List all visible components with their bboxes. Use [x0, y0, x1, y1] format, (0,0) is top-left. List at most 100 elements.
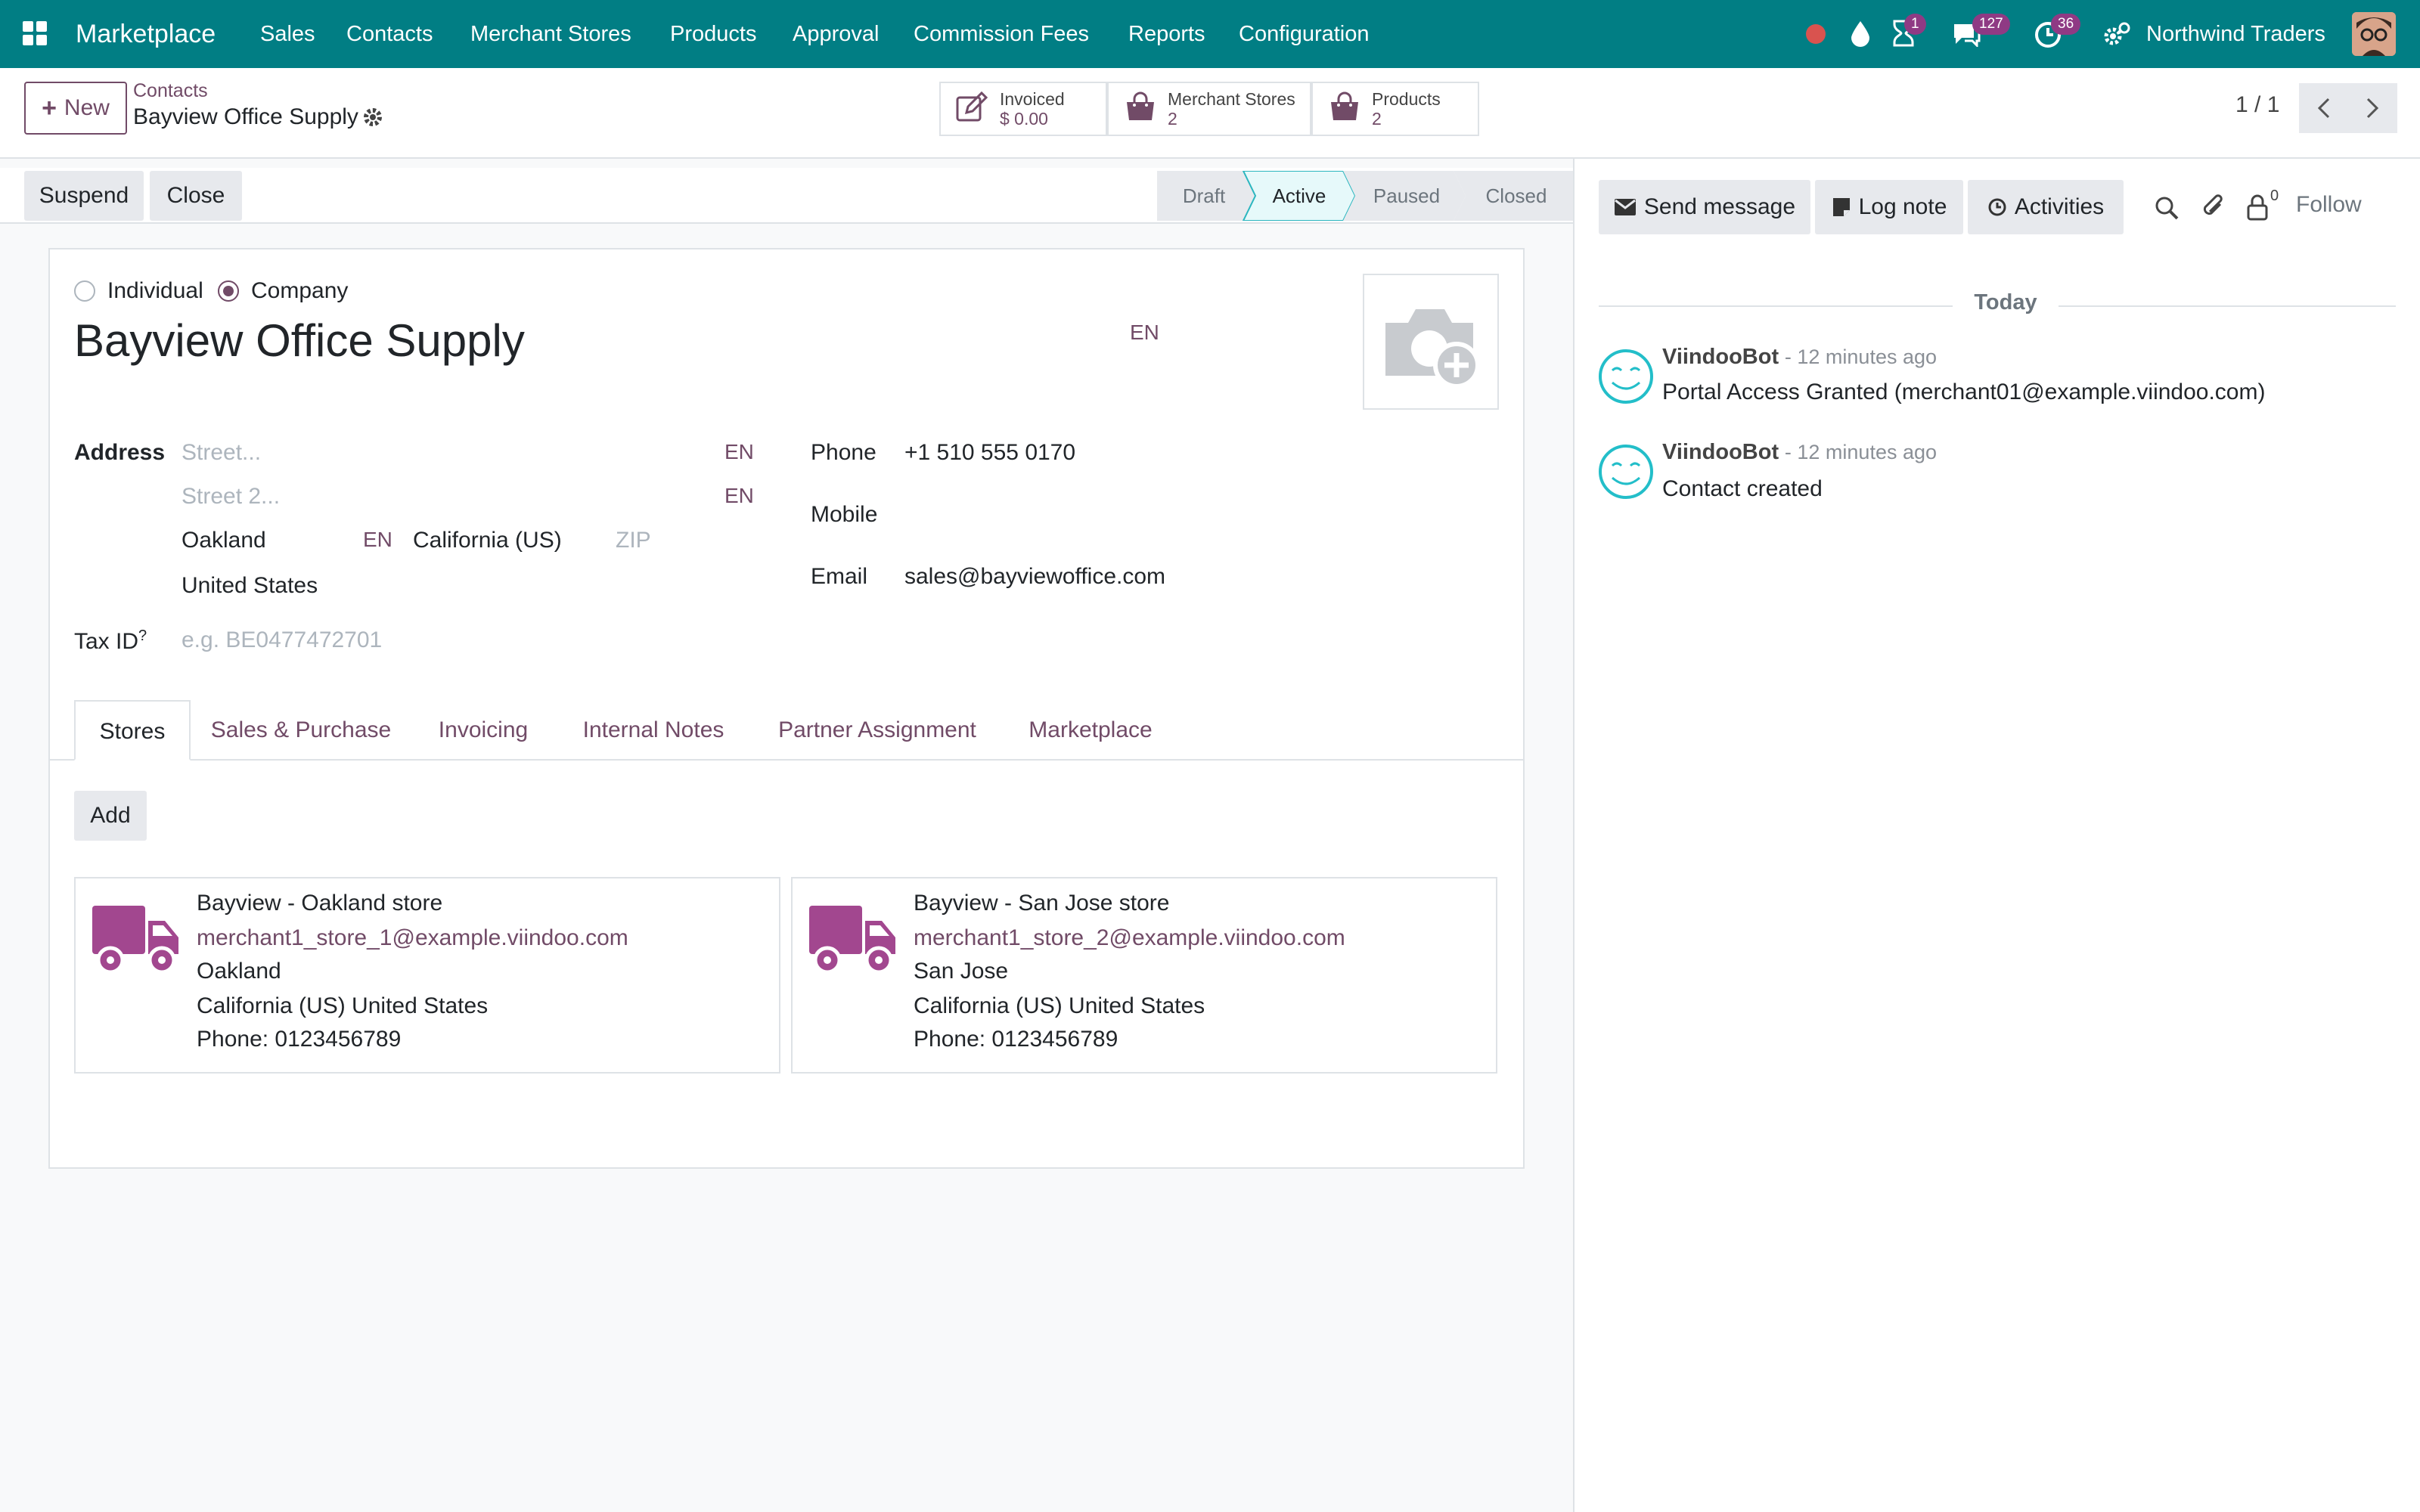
radio-company[interactable]: Company [218, 278, 348, 304]
settings-gear-icon[interactable] [2102, 21, 2131, 54]
menu-merchant-stores[interactable]: Merchant Stores [470, 0, 631, 68]
tax-id-input[interactable]: e.g. BE0477472701 [182, 627, 382, 653]
stage-draft[interactable]: Draft [1157, 171, 1251, 221]
paperclip-icon[interactable] [2201, 194, 2226, 226]
message-date: - 12 minutes ago [1784, 441, 1938, 463]
tab-sales-purchase[interactable]: Sales & Purchase [191, 700, 411, 761]
message-date: - 12 minutes ago [1784, 345, 1938, 368]
city-lang-button[interactable]: EN [363, 528, 392, 552]
menu-reports[interactable]: Reports [1128, 0, 1205, 68]
new-button[interactable]: + New [24, 82, 127, 135]
breadcrumb-current: Bayview Office Supply [133, 104, 358, 129]
stage-closed[interactable]: Closed [1467, 171, 1565, 221]
menu-products[interactable]: Products [670, 0, 756, 68]
menu-sales[interactable]: Sales [260, 0, 315, 68]
store-name: Bayview - Oakland store [197, 891, 443, 916]
tab-invoicing[interactable]: Invoicing [411, 700, 555, 761]
message-author[interactable]: ViindooBot [1662, 345, 1779, 369]
zip-input[interactable]: ZIP [616, 528, 651, 553]
pager-previous-button[interactable] [2299, 83, 2349, 133]
store-email-link[interactable]: merchant1_store_1@example.viindoo.com [197, 925, 628, 951]
menu-configuration[interactable]: Configuration [1239, 0, 1370, 68]
tax-help-icon[interactable]: ? [138, 627, 147, 644]
breadcrumb-contacts[interactable]: Contacts [133, 80, 208, 102]
menu-commission-fees[interactable]: Commission Fees [914, 0, 1089, 68]
store-region: California (US) United States [914, 993, 1205, 1018]
image-upload[interactable] [1363, 274, 1499, 410]
email-label: Email [811, 564, 868, 589]
status-bar: Suspend Close Draft Active Paused Closed [0, 168, 1573, 224]
record-status-dot-icon[interactable] [1806, 24, 1826, 44]
company-name[interactable]: Northwind Traders [2146, 0, 2325, 68]
street-lang-button[interactable]: EN [724, 440, 754, 464]
tab-stores[interactable]: Stores [74, 700, 191, 761]
followers-count: 0 [2270, 187, 2279, 204]
tab-partner-assignment[interactable]: Partner Assignment [752, 700, 1003, 761]
store-city: San Jose [914, 959, 1009, 984]
pager-next-button[interactable] [2347, 83, 2397, 133]
store-city: Oakland [197, 959, 281, 984]
pager[interactable]: 1 / 1 [2235, 92, 2279, 118]
store-phone: Phone: 0123456789 [914, 1027, 1118, 1052]
delivery-truck-icon [92, 906, 178, 974]
chevron-left-icon [2317, 98, 2330, 119]
mobile-input[interactable] [904, 502, 1464, 529]
drop-icon[interactable] [1850, 20, 1871, 52]
radio-individual[interactable]: Individual [74, 278, 203, 304]
street2-lang-button[interactable]: EN [724, 484, 754, 508]
street2-input[interactable]: Street 2... [182, 484, 280, 510]
message-header: ViindooBot - 12 minutes ago [1662, 345, 1937, 370]
store-phone: Phone: 0123456789 [197, 1027, 402, 1052]
edit-invoice-icon [956, 91, 989, 127]
merchant-stores-stat-button[interactable]: Merchant Stores 2 [1107, 82, 1311, 136]
log-note-button[interactable]: Log note [1815, 180, 1963, 234]
mobile-label: Mobile [811, 502, 878, 527]
menu-contacts[interactable]: Contacts [346, 0, 433, 68]
city-input[interactable]: Oakland [182, 528, 266, 553]
search-icon[interactable] [2154, 195, 2180, 226]
chevron-right-icon [2366, 98, 2379, 119]
form-sheet: Individual Company Bayview Office Supply… [48, 248, 1525, 1169]
clock-icon [1988, 198, 2006, 216]
invoiced-stat-button[interactable]: Invoiced $ 0.00 [939, 82, 1107, 136]
camera-add-icon [1385, 309, 1480, 389]
record-gear-icon[interactable] [361, 106, 384, 134]
followers-lock-icon[interactable] [2246, 194, 2269, 226]
store-card[interactable]: Bayview - Oakland store merchant1_store_… [74, 877, 780, 1074]
tab-marketplace[interactable]: Marketplace [1003, 700, 1178, 761]
menu-approval[interactable]: Approval [793, 0, 879, 68]
state-select[interactable]: California (US) [413, 528, 562, 553]
bot-avatar[interactable] [1597, 443, 1655, 506]
shopping-bag-icon [1124, 91, 1157, 127]
follow-button[interactable]: Follow [2296, 192, 2362, 218]
partner-name-input[interactable]: Bayview Office Supply [74, 314, 525, 367]
chatter-panel: Send message Log note Activities 0 Follo… [1573, 159, 2420, 1512]
phone-input[interactable]: +1 510 555 0170 [904, 440, 1075, 466]
store-region: California (US) United States [197, 993, 489, 1018]
message-author[interactable]: ViindooBot [1662, 440, 1779, 464]
stage-paused[interactable]: Paused [1355, 171, 1458, 221]
email-input[interactable]: sales@bayviewoffice.com [904, 564, 1165, 590]
shopping-bag-icon [1328, 91, 1361, 127]
app-name[interactable]: Marketplace [76, 0, 216, 68]
close-button[interactable]: Close [150, 171, 242, 221]
products-stat-button[interactable]: Products 2 [1311, 82, 1479, 136]
user-avatar[interactable] [2352, 12, 2396, 56]
store-card[interactable]: Bayview - San Jose store merchant1_store… [791, 877, 1497, 1074]
stage-active[interactable]: Active [1255, 171, 1343, 221]
store-email-link[interactable]: merchant1_store_2@example.viindoo.com [914, 925, 1345, 951]
add-store-button[interactable]: Add [74, 791, 147, 841]
bot-avatar[interactable] [1597, 348, 1655, 411]
send-message-button[interactable]: Send message [1599, 180, 1810, 234]
street-input[interactable]: Street... [182, 440, 261, 466]
app-menu-icon[interactable] [21, 20, 50, 48]
suspend-button[interactable]: Suspend [24, 171, 144, 221]
tab-internal-notes[interactable]: Internal Notes [555, 700, 752, 761]
activities-button[interactable]: Activities [1968, 180, 2124, 234]
envelope-icon [1614, 199, 1636, 215]
plus-icon: + [42, 93, 57, 122]
name-lang-button[interactable]: EN [1130, 321, 1159, 345]
country-select[interactable]: United States [182, 573, 318, 599]
date-separator: Today [1953, 290, 2059, 315]
clock-badge: 36 [2051, 14, 2081, 35]
